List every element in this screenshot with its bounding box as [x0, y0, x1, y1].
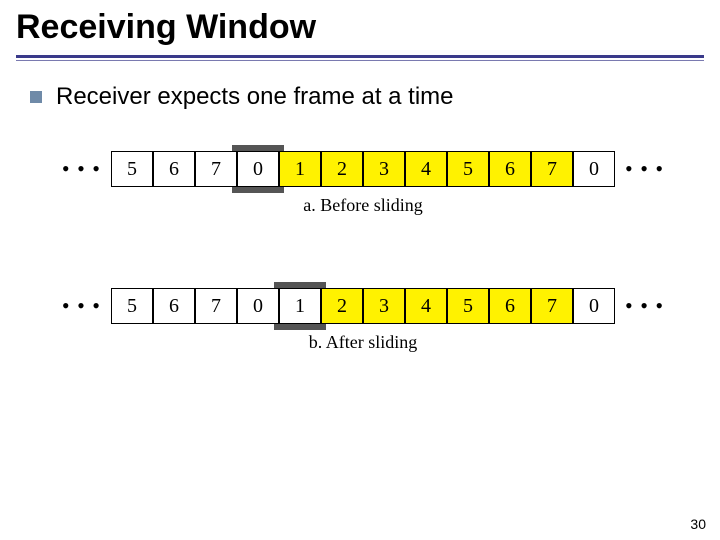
- cell-value: 4: [421, 295, 431, 318]
- caption-b: b. After sliding: [58, 332, 668, 353]
- page-number: 30: [690, 516, 706, 532]
- sequence-cell: 6: [489, 288, 531, 324]
- slide-title: Receiving Window: [16, 8, 704, 47]
- cell-value: 5: [127, 158, 137, 181]
- sequence-cell: 4: [405, 288, 447, 324]
- sequence-cell: 7: [531, 288, 573, 324]
- cell-value: 0: [253, 158, 263, 181]
- cell-value: 6: [505, 295, 515, 318]
- cell-value: 0: [253, 295, 263, 318]
- cell-value: 1: [295, 158, 305, 181]
- sequence-cell: 0: [237, 151, 279, 187]
- sequence-cells-a: 5 6 7 0 1 2 3 4 5 6 7 0: [111, 145, 615, 193]
- sequence-cell: 0: [573, 151, 615, 187]
- rule-thick: [16, 55, 704, 58]
- cell-value: 5: [127, 295, 137, 318]
- sequence-cell: 5: [111, 151, 153, 187]
- sequence-cell: 1: [279, 288, 321, 324]
- sequence-cell: 6: [153, 151, 195, 187]
- cell-value: 3: [379, 158, 389, 181]
- cell-value: 3: [379, 295, 389, 318]
- sequence-cell: 2: [321, 151, 363, 187]
- sequence-cell: 1: [279, 151, 321, 187]
- cell-value: 4: [421, 158, 431, 181]
- sequence-cell: 0: [573, 288, 615, 324]
- cell-value: 6: [169, 295, 179, 318]
- bullet-item: Receiver expects one frame at a time: [30, 83, 696, 111]
- sequence-cell: 5: [447, 288, 489, 324]
- diagram-row-a: • • • 5 6 7 0 1 2 3 4 5 6 7 0 • • • a. Before slidi…: [58, 145, 668, 216]
- cell-value: 7: [547, 158, 557, 181]
- cell-value: 2: [337, 295, 347, 318]
- sequence-cells-b: 5 6 7 0 1 2 3 4 5 6 7 0: [111, 282, 615, 330]
- ellipsis-left-icon: • • •: [58, 293, 105, 319]
- cell-value: 7: [211, 295, 221, 318]
- cell-value: 5: [463, 158, 473, 181]
- sequence-cell: 7: [195, 151, 237, 187]
- sequence-cell: 7: [531, 151, 573, 187]
- cell-value: 2: [337, 158, 347, 181]
- ellipsis-left-icon: • • •: [58, 156, 105, 182]
- cell-value: 0: [589, 295, 599, 318]
- cell-value: 7: [547, 295, 557, 318]
- cell-value: 6: [505, 158, 515, 181]
- cell-value: 5: [463, 295, 473, 318]
- cell-value: 7: [211, 158, 221, 181]
- sequence-cell: 5: [447, 151, 489, 187]
- sequence-cell: 7: [195, 288, 237, 324]
- sequence-cell: 6: [153, 288, 195, 324]
- sequence-cell: 0: [237, 288, 279, 324]
- cell-value: 1: [295, 295, 305, 318]
- diagram: • • • 5 6 7 0 1 2 3 4 5 6 7 0 • • • a. Before slidi…: [30, 145, 696, 353]
- sequence-cell: 4: [405, 151, 447, 187]
- sequence-cell: 5: [111, 288, 153, 324]
- ellipsis-right-icon: • • •: [621, 293, 668, 319]
- caption-a: a. Before sliding: [58, 195, 668, 216]
- cell-value: 0: [589, 158, 599, 181]
- sequence-cell: 6: [489, 151, 531, 187]
- ellipsis-right-icon: • • •: [621, 156, 668, 182]
- bullet-text: Receiver expects one frame at a time: [56, 83, 454, 111]
- diagram-row-b: • • • 5 6 7 0 1 2 3 4 5 6 7 0 • • • b. After slidin…: [58, 282, 668, 353]
- cell-value: 6: [169, 158, 179, 181]
- sequence-cell: 2: [321, 288, 363, 324]
- sequence-cell: 3: [363, 151, 405, 187]
- sequence-cell: 3: [363, 288, 405, 324]
- square-bullet-icon: [30, 91, 42, 103]
